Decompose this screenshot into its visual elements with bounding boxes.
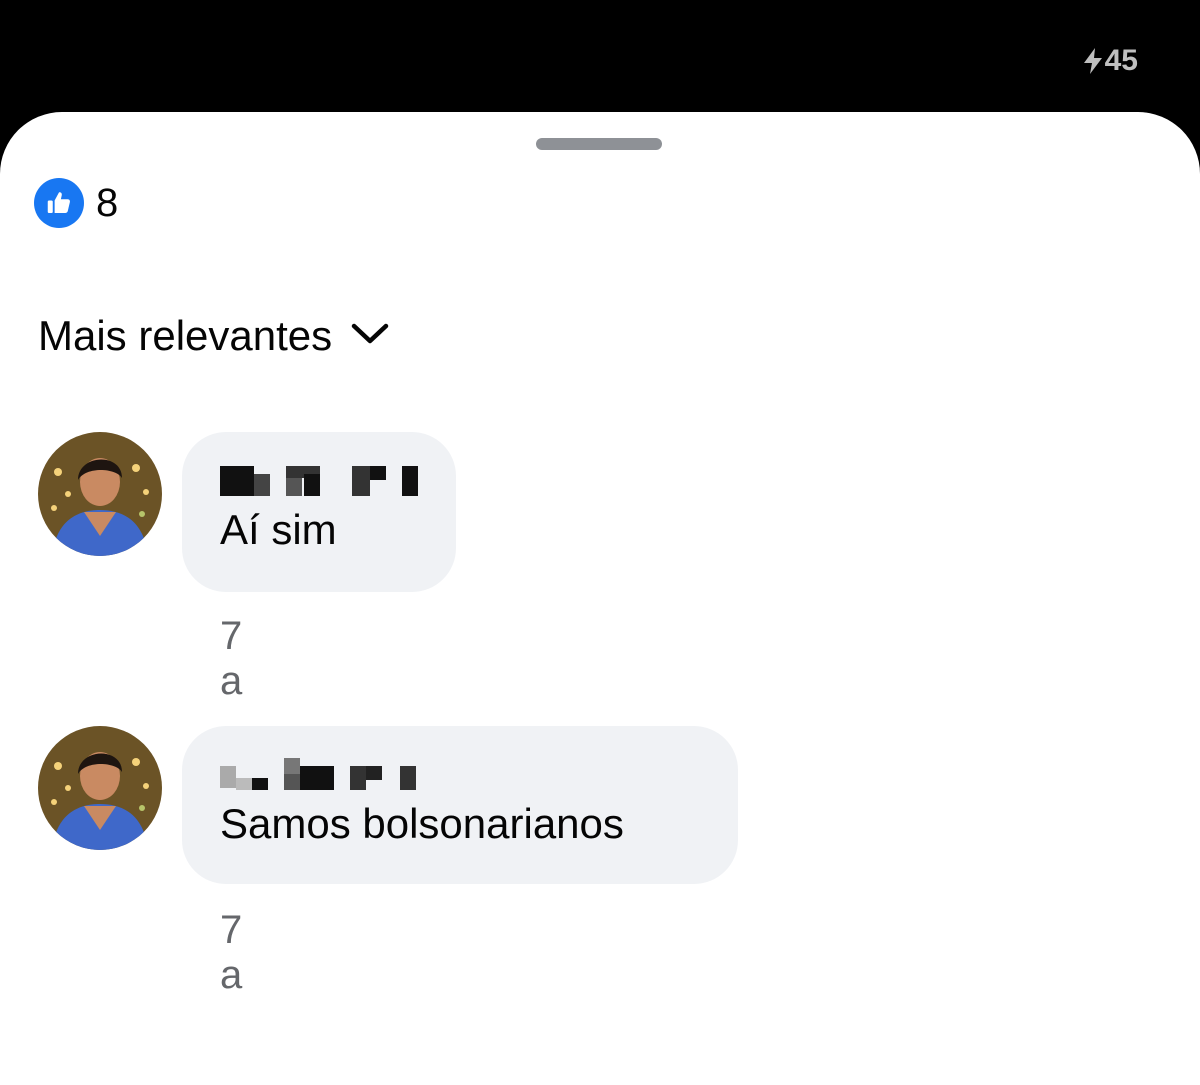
like-count: 8 xyxy=(96,180,119,225)
comment-bubble[interactable]: Aí sim xyxy=(182,432,456,592)
sort-label: Mais relevantes xyxy=(38,312,333,359)
chevron-down-icon xyxy=(350,321,390,352)
avatar[interactable] xyxy=(38,432,162,556)
comment-text: Aí sim xyxy=(220,506,337,553)
comment-timestamp: 7 a xyxy=(220,908,243,997)
thumbs-up-icon xyxy=(34,178,84,228)
reactions-summary[interactable]: 8 xyxy=(34,178,118,228)
comment-author-pixelated[interactable] xyxy=(220,754,700,794)
comment-text: Samos bolsonarianos xyxy=(220,800,624,847)
comment-author-pixelated[interactable] xyxy=(220,460,418,500)
status-bar: 45 xyxy=(0,0,1200,112)
sort-dropdown[interactable]: Mais relevantes xyxy=(38,312,390,360)
comments-sheet: 8 Mais relevantes Aí sim 7 a Samos bolso… xyxy=(0,112,1200,1085)
comment-timestamp: 7 a xyxy=(220,614,243,703)
drag-handle[interactable] xyxy=(536,138,662,150)
battery-level: 45 xyxy=(1104,44,1138,77)
battery-indicator: 45 xyxy=(1083,44,1138,78)
comment-bubble[interactable]: Samos bolsonarianos xyxy=(182,726,738,884)
lightning-bolt-icon xyxy=(1083,48,1103,74)
avatar[interactable] xyxy=(38,726,162,850)
